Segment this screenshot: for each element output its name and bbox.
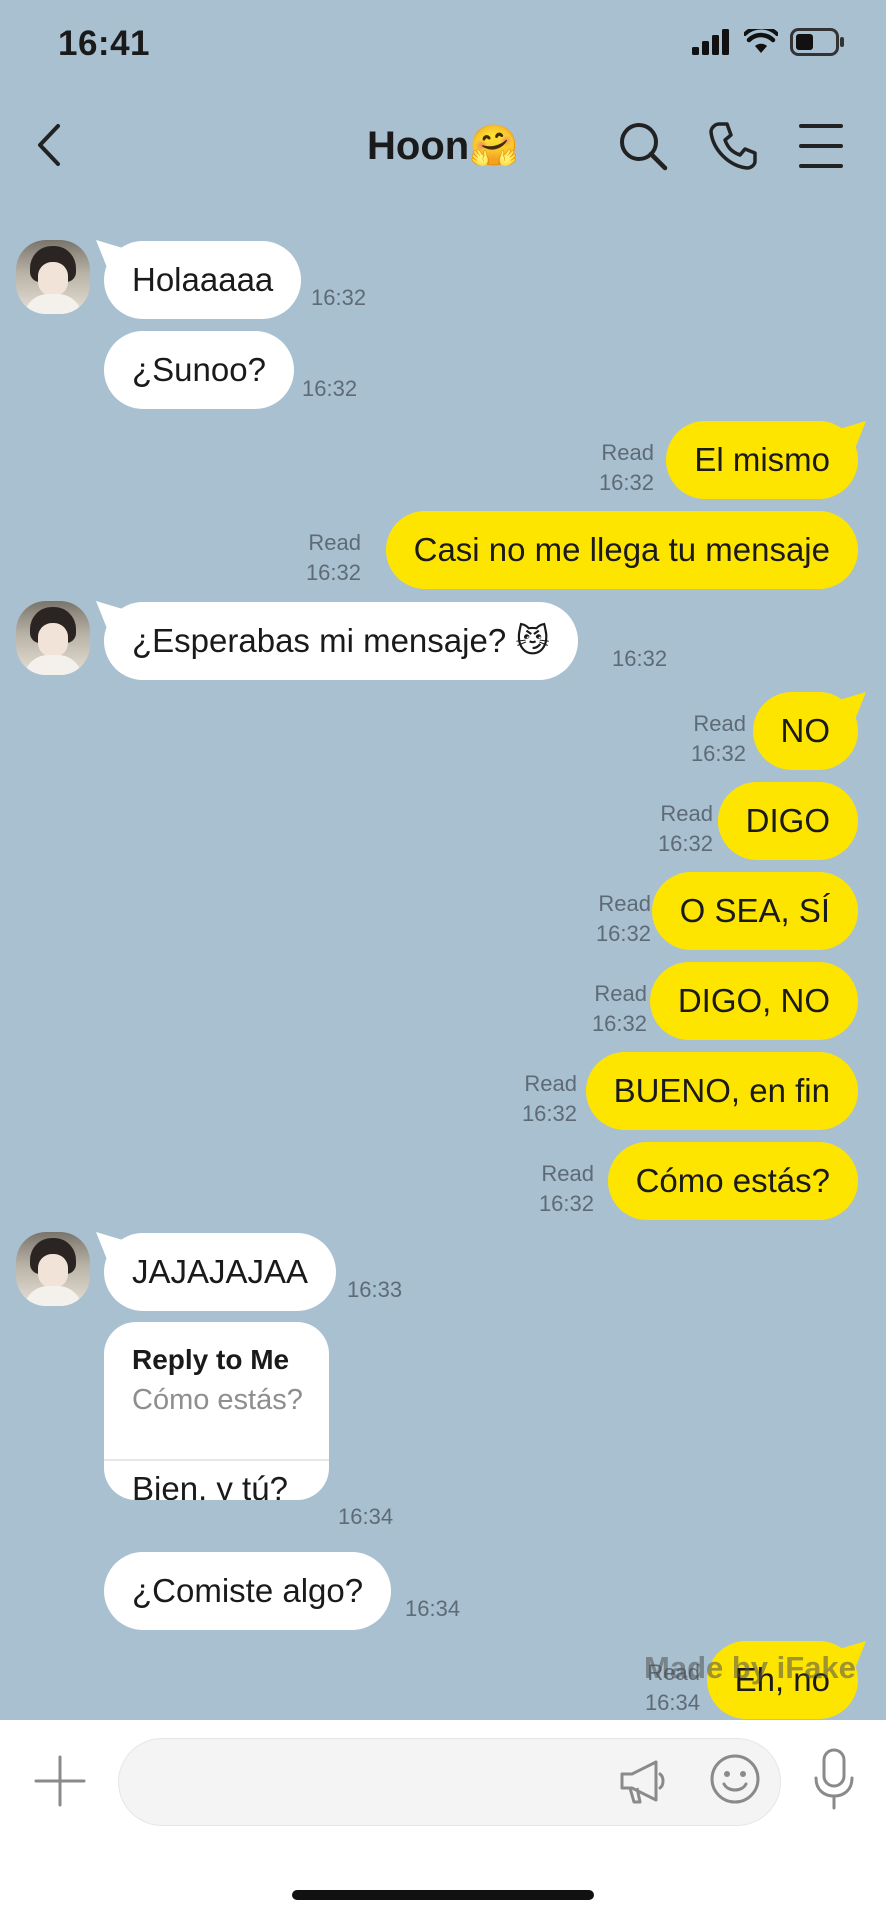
message-bubble-outgoing[interactable]: Cómo estás? xyxy=(607,1142,858,1220)
avatar[interactable] xyxy=(16,601,90,675)
message-bubble-incoming[interactable]: Holaaaaa xyxy=(104,241,302,319)
emoji-icon[interactable] xyxy=(708,1752,762,1806)
message-bubble-incoming[interactable]: ¿Sunoo? xyxy=(104,331,294,409)
message-list[interactable]: Holaaaaa 16:32 ¿Sunoo? 16:32 Read 16:32 … xyxy=(0,0,886,1720)
message-bubble-incoming[interactable]: ¿Esperabas mi mensaje? 😼 xyxy=(104,602,578,680)
reply-text: Bien, y tú? xyxy=(132,1470,288,1500)
reply-quote: Cómo estás? xyxy=(132,1384,303,1416)
message-time: 16:34 xyxy=(405,1596,461,1621)
message-meta: Read 16:32 xyxy=(658,799,713,859)
read-status: Read xyxy=(594,981,647,1006)
message-bubble-outgoing[interactable]: El mismo xyxy=(666,421,858,499)
read-status: Read xyxy=(660,801,713,826)
reply-header: Reply to Me xyxy=(132,1344,290,1375)
message-input[interactable] xyxy=(118,1738,781,1826)
home-indicator xyxy=(292,1890,594,1900)
message-bubble-outgoing[interactable]: DIGO, NO xyxy=(649,962,858,1040)
message-meta: Read 16:32 xyxy=(539,1159,594,1219)
message-time: 16:32 xyxy=(591,1011,647,1036)
message-meta: Read 16:32 xyxy=(522,1069,577,1129)
read-status: Read xyxy=(601,440,654,465)
microphone-icon[interactable] xyxy=(808,1748,860,1812)
message-time: 16:32 xyxy=(311,285,367,310)
message-bubble-outgoing[interactable]: O SEA, SÍ xyxy=(651,872,858,950)
message-time: 16:33 xyxy=(347,1277,403,1302)
message-time: 16:32 xyxy=(612,646,668,671)
plus-icon[interactable] xyxy=(34,1755,86,1807)
input-bar xyxy=(0,1720,886,1920)
message-time: 16:32 xyxy=(305,560,361,585)
reply-message-card[interactable]: Reply to Me Cómo estás? Bien, y tú? xyxy=(104,1322,329,1500)
megaphone-icon[interactable] xyxy=(616,1754,670,1808)
message-bubble-incoming[interactable]: JAJAJAJAA xyxy=(104,1233,337,1311)
message-bubble-incoming[interactable]: ¿Comiste algo? xyxy=(104,1552,392,1630)
watermark: Made by iFake xyxy=(644,1650,856,1685)
read-status: Read xyxy=(598,891,651,916)
read-status: Read xyxy=(308,530,361,555)
read-status: Read xyxy=(693,711,746,736)
message-meta: Read 16:32 xyxy=(596,889,651,949)
message-bubble-outgoing[interactable]: DIGO xyxy=(717,782,858,860)
message-time: 16:32 xyxy=(598,470,654,495)
read-status: Read xyxy=(524,1071,577,1096)
reply-divider xyxy=(104,1459,329,1461)
read-status: Read xyxy=(541,1161,594,1186)
message-time: 16:32 xyxy=(690,741,746,766)
message-time: 16:34 xyxy=(644,1690,700,1715)
message-time: 16:32 xyxy=(521,1101,577,1126)
message-meta: Read 16:32 xyxy=(691,709,746,769)
message-meta: Read 16:32 xyxy=(306,528,361,588)
message-time: 16:32 xyxy=(657,831,713,856)
message-bubble-outgoing[interactable]: BUENO, en fin xyxy=(585,1052,858,1130)
avatar[interactable] xyxy=(16,240,90,314)
message-bubble-outgoing[interactable]: NO xyxy=(752,692,858,770)
message-time: 16:32 xyxy=(302,376,358,401)
message-time: 16:34 xyxy=(338,1504,394,1529)
message-time: 16:32 xyxy=(538,1191,594,1216)
avatar[interactable] xyxy=(16,1232,90,1306)
message-meta: Read 16:32 xyxy=(592,979,647,1039)
message-bubble-outgoing[interactable]: Casi no me llega tu mensaje xyxy=(385,511,858,589)
message-time: 16:32 xyxy=(595,921,651,946)
message-meta: Read 16:32 xyxy=(599,438,654,498)
